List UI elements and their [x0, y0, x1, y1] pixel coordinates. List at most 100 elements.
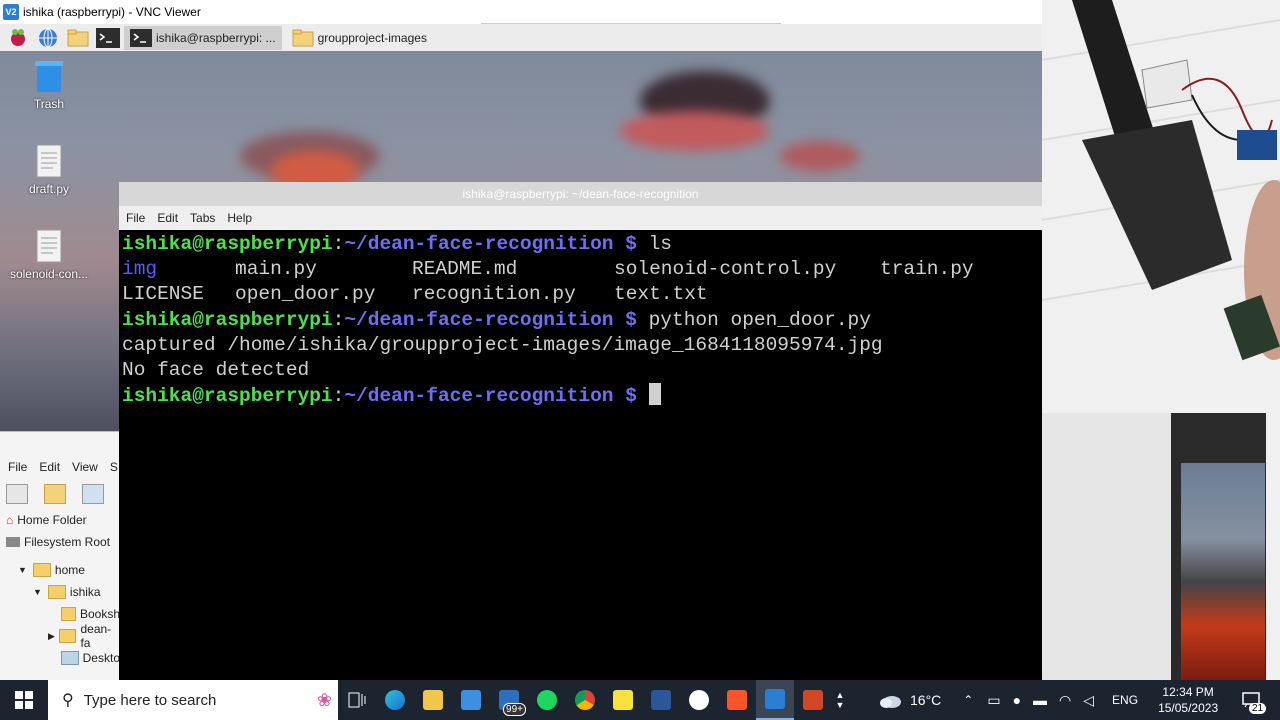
powerpoint-icon[interactable]: [794, 680, 832, 720]
wifi-icon[interactable]: ◠: [1059, 692, 1071, 709]
desktop-icon-solenoid[interactable]: solenoid-con...: [4, 229, 94, 281]
task-label: ishika@raspberrypi: ...: [156, 30, 276, 45]
prompt-dollar: $: [625, 385, 637, 408]
search-icon: ⚲: [62, 692, 74, 709]
prompt-separator: :: [332, 233, 345, 255]
desktop-icon-draft-py[interactable]: draft.py: [4, 144, 94, 196]
ls-entry: main.py: [235, 258, 317, 281]
github-icon[interactable]: [680, 680, 718, 720]
search-highlight-icon: ❀: [316, 689, 332, 710]
new-window-button[interactable]: [6, 484, 28, 504]
prompt-separator: :: [332, 385, 345, 408]
scrollbar[interactable]: [1266, 413, 1280, 680]
background-window: [1171, 413, 1280, 680]
brave-icon[interactable]: [718, 680, 756, 720]
meet-now-icon[interactable]: ▭: [987, 692, 1000, 709]
word-icon[interactable]: [642, 680, 680, 720]
language-indicator[interactable]: ENG: [1112, 693, 1138, 707]
terminal-menubar: File Edit Tabs Help: [119, 206, 1042, 230]
tree-item-home[interactable]: ▼ home: [0, 559, 120, 581]
sticky-notes-icon[interactable]: [604, 680, 642, 720]
ls-entry: img: [122, 258, 158, 281]
vnc-titlebar: V2 ishika (raspberrypi) - VNC Viewer: [0, 0, 1042, 24]
expand-arrow-icon[interactable]: ▼: [33, 587, 42, 597]
volume-icon[interactable]: ◁: [1083, 692, 1094, 709]
file-explorer-icon[interactable]: [414, 680, 452, 720]
clock[interactable]: 12:34 PM 15/05/2023: [1158, 684, 1218, 716]
tree-item-desktop[interactable]: Deskto: [0, 647, 120, 669]
microphone-icon[interactable]: ●: [1013, 692, 1021, 708]
taskbar-overflow-scroller[interactable]: ▲ ▼: [832, 680, 848, 720]
tree-item-ishika[interactable]: ▼ ishika: [0, 581, 120, 603]
weather-cloud-icon[interactable]: [876, 680, 904, 720]
ls-entry: solenoid-control.py: [614, 258, 837, 281]
file-manager-window: File Edit View S ⌂ Home Folder Filesyste…: [0, 431, 120, 680]
taskbar-search-box[interactable]: ⚲ Type here to search ❀: [48, 680, 338, 720]
terminal-titlebar[interactable]: ishika@raspberrypi: ~/dean-face-recognit…: [119, 182, 1042, 206]
menu-edit[interactable]: Edit: [39, 460, 60, 474]
place-filesystem-root[interactable]: Filesystem Root: [0, 531, 120, 553]
icon-view-button[interactable]: [82, 484, 104, 504]
vnc-app-icon: V2: [3, 4, 19, 20]
new-folder-button[interactable]: [44, 484, 66, 504]
file-manager-icon[interactable]: [66, 27, 90, 49]
file-manager-toolbar: [0, 479, 120, 509]
collapse-arrow-icon[interactable]: ▶: [48, 631, 55, 642]
ls-entry: README.md: [412, 258, 518, 281]
desktop-icon-trash[interactable]: Trash: [4, 59, 94, 111]
notification-center-button[interactable]: 21: [1236, 680, 1267, 720]
folder-icon: [58, 629, 77, 643]
terminal-line: LICENSE open_door.py recognition.py text.tx…: [122, 282, 1039, 307]
menu-edit[interactable]: Edit: [157, 211, 178, 225]
spotify-icon[interactable]: [528, 680, 566, 720]
terminal-line: captured /home/ishika/groupproject-image…: [122, 333, 883, 356]
place-home-folder[interactable]: ⌂ Home Folder: [0, 509, 120, 531]
prompt-user: ishika@raspberrypi: [122, 385, 333, 408]
chevron-down-icon[interactable]: ▼: [836, 700, 845, 710]
vnc-viewer-taskbar-icon[interactable]: [756, 680, 794, 720]
menu-file[interactable]: File: [8, 460, 27, 474]
text-cursor: [648, 383, 661, 406]
web-browser-icon[interactable]: [36, 27, 60, 49]
taskbar-folder-task[interactable]: groupproject-images: [286, 26, 433, 50]
task-view-icon[interactable]: [338, 680, 376, 720]
battery-icon[interactable]: ▬: [1033, 692, 1047, 708]
terminal-output[interactable]: ishika@raspberrypi: ~/dean-face-recogniti…: [119, 230, 1042, 411]
mail-icon[interactable]: 99+: [490, 680, 528, 720]
folder-icon: [61, 607, 76, 621]
desktop-icon-label: Trash: [33, 97, 65, 111]
terminal-title: ishika@raspberrypi: ~/dean-face-recognit…: [462, 187, 699, 201]
tree-label: Deskto: [82, 651, 120, 665]
webcam-overlay: [1042, 0, 1280, 413]
tree-item-dean-face[interactable]: ▶ dean-fa: [0, 622, 120, 650]
menu-sort[interactable]: S: [110, 460, 118, 474]
menu-tabs[interactable]: Tabs: [190, 211, 215, 225]
folder-icon: [32, 563, 51, 577]
tree-label: Booksh: [79, 607, 120, 621]
chevron-up-icon[interactable]: ⌃: [963, 693, 973, 707]
taskbar-terminal-task[interactable]: ishika@raspberrypi: ...: [124, 25, 282, 50]
terminal-launcher-icon[interactable]: [96, 27, 120, 49]
chevron-up-icon[interactable]: ▲: [836, 690, 845, 700]
window-title: ishika (raspberrypi) - VNC Viewer: [23, 5, 201, 19]
expand-arrow-icon[interactable]: ▼: [18, 565, 27, 575]
store-icon[interactable]: [452, 680, 490, 720]
vnc-toolbar-handle[interactable]: [481, 0, 781, 24]
terminal-line: ishika@raspberrypi:~/dean-face-recogniti…: [122, 308, 1039, 333]
chrome-icon[interactable]: [566, 680, 604, 720]
weather-temperature[interactable]: 16°C: [910, 692, 941, 708]
prompt-path: ~/dean-face-recognition: [344, 308, 614, 331]
tree-label: ishika: [69, 585, 101, 599]
desktop-icon-label: solenoid-con...: [9, 267, 89, 281]
start-button[interactable]: [0, 680, 48, 720]
menu-view[interactable]: View: [72, 460, 98, 474]
prompt-user: ishika@raspberrypi: [122, 233, 333, 255]
raspberry-menu-icon[interactable]: [6, 27, 30, 49]
edge-icon[interactable]: [376, 680, 414, 720]
file-icon: [34, 144, 64, 178]
drive-icon: [6, 537, 20, 547]
menu-help[interactable]: Help: [227, 211, 252, 225]
home-icon: ⌂: [6, 513, 14, 527]
windows-taskbar: ⚲ Type here to search ❀ 99+ ▲ ▼ 16°C ⌃ ▭ …: [0, 680, 1280, 720]
menu-file[interactable]: File: [126, 211, 145, 225]
